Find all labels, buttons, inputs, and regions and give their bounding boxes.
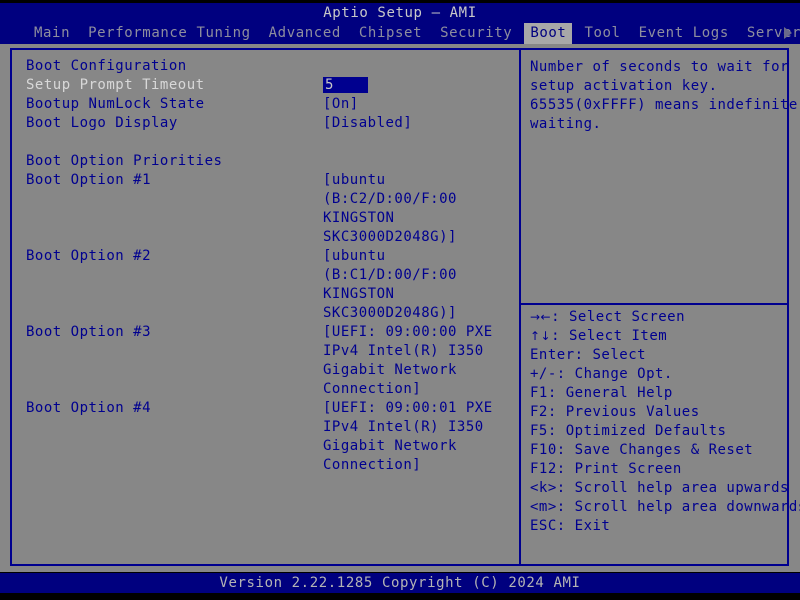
key-hint-line: <m>: Scroll help area downwards [530,499,800,515]
key-hint-line: +/-: Change Opt. [530,366,673,382]
setting-value-line[interactable]: Connection] [323,457,421,473]
arrow-keys-icon: →← [530,310,552,324]
section-heading-boot-option-priorities: Boot Option Priorities [14,153,514,172]
key-hint-line: F2: Previous Values [530,404,700,420]
settings-panel: Boot Configuration Setup Prompt Timeout 5 B… [14,58,514,558]
setting-value-line[interactable]: IPv4 Intel(R) I350 [323,343,484,359]
setting-value-line[interactable]: (B:C1/D:00/F:00 [323,267,457,283]
key-hint-text: : Select Item [551,328,668,344]
menu-tab-performance-tuning[interactable]: Performance Tuning [82,23,257,44]
content-area: Boot Configuration Setup Prompt Timeout 5 B… [0,44,800,572]
setting-label: Boot Logo Display [26,115,178,131]
setting-label: Boot Option #4 [26,400,152,416]
window-title: Aptio Setup – AMI [0,3,800,23]
setting-row-boot-option-2[interactable]: Boot Option #2 [ubuntu [14,248,514,267]
help-text-line: setup activation key. [530,78,718,94]
setting-value-line[interactable]: (B:C2/D:00/F:00 [323,191,457,207]
triangle-right-icon[interactable] [784,27,792,39]
key-legend-panel: →←: Select Screen ↑↓: Select Item Enter: S… [530,308,800,536]
key-hint-line: →←: Select Screen [530,308,792,327]
setting-row-bootup-numlock-state[interactable]: Bootup NumLock State [On] [14,96,514,115]
setting-row-boot-option-4-cont: IPv4 Intel(R) I350 [14,419,514,438]
section-title: Boot Configuration [26,58,187,74]
key-hint-line: F1: General Help [530,385,673,401]
setting-row-boot-option-1-cont: KINGSTON [14,210,514,229]
setting-row-boot-logo-display[interactable]: Boot Logo Display [Disabled] [14,115,514,134]
setting-label: Boot Option #3 [26,324,152,340]
setting-row-boot-option-4-cont: Gigabit Network [14,438,514,457]
setting-value-line[interactable]: [UEFI: 09:00:00 PXE [323,324,493,340]
setting-value-line[interactable]: KINGSTON [323,286,394,302]
row-spacer [14,134,514,153]
setting-row-boot-option-1-cont: SKC3000D2048G)] [14,229,514,248]
help-text-line: Number of seconds to wait for [530,59,789,75]
setting-row-boot-option-3[interactable]: Boot Option #3 [UEFI: 09:00:00 PXE [14,324,514,343]
setting-value-line[interactable]: Connection] [323,381,421,397]
menu-tab-security[interactable]: Security [434,23,518,44]
key-hint-line: <k>: Scroll help area upwards [530,480,789,496]
menu-tab-event-logs[interactable]: Event Logs [633,23,735,44]
vertical-divider [519,48,521,566]
setting-row-boot-option-4-cont: Connection] [14,457,514,476]
setting-label: Boot Option #1 [26,172,152,188]
setting-row-boot-option-4[interactable]: Boot Option #4 [UEFI: 09:00:01 PXE [14,400,514,419]
setting-value[interactable]: [Disabled] [323,115,412,131]
setting-label: Boot Option #2 [26,248,152,264]
setting-value-line[interactable]: SKC3000D2048G)] [323,305,457,321]
help-text-panel: Number of seconds to wait for setup activ… [530,58,798,134]
key-hint-line: ↑↓: Select Item [530,327,792,346]
bios-setup-screen: Aptio Setup – AMI Main Performance Tuning… [0,0,800,600]
setting-row-setup-prompt-timeout[interactable]: Setup Prompt Timeout 5 [14,77,514,96]
key-hint-line: Enter: Select [530,347,647,363]
setting-row-boot-option-2-cont: (B:C1/D:00/F:00 [14,267,514,286]
horizontal-divider [521,303,789,305]
setting-value-line[interactable]: KINGSTON [323,210,394,226]
menu-tab-main[interactable]: Main [28,23,76,44]
key-hint-line: F12: Print Screen [530,461,682,477]
setting-value-line[interactable]: Gigabit Network [323,362,457,378]
help-text-line: waiting. [530,116,602,132]
key-hint-text: : Select Screen [551,309,686,325]
setting-value[interactable]: 5 [323,77,368,93]
setting-value-line[interactable]: [ubuntu [323,248,386,264]
help-text-line: 65535(0xFFFF) means indefinite [530,97,798,113]
setting-row-boot-option-3-cont: Connection] [14,381,514,400]
setting-label: Setup Prompt Timeout [26,77,205,93]
setting-label: Bootup NumLock State [26,96,205,112]
setting-value-line[interactable]: SKC3000D2048G)] [323,229,457,245]
setting-row-boot-option-1-cont: (B:C2/D:00/F:00 [14,191,514,210]
menu-bar: Main Performance Tuning Advanced Chipset Sec… [0,23,800,44]
setting-row-boot-option-3-cont: IPv4 Intel(R) I350 [14,343,514,362]
section-heading-boot-configuration: Boot Configuration [14,58,514,77]
setting-row-boot-option-2-cont: KINGSTON [14,286,514,305]
setting-value[interactable]: [On] [323,96,359,112]
section-title: Boot Option Priorities [26,153,223,169]
setting-value-line[interactable]: [UEFI: 09:00:01 PXE [323,400,493,416]
setting-row-boot-option-1[interactable]: Boot Option #1 [ubuntu [14,172,514,191]
version-footer: Version 2.22.1285 Copyright (C) 2024 AMI [0,573,800,593]
menu-tab-boot[interactable]: Boot [524,23,573,44]
menu-tab-tool[interactable]: Tool [578,23,626,44]
setting-value-line[interactable]: Gigabit Network [323,438,457,454]
menu-tab-chipset[interactable]: Chipset [353,23,428,44]
key-hint-line: F10: Save Changes & Reset [530,442,754,458]
arrow-keys-icon: ↑↓ [530,329,552,343]
key-hint-line: ESC: Exit [530,518,611,534]
menu-tab-advanced[interactable]: Advanced [263,23,347,44]
setting-value-line[interactable]: [ubuntu [323,172,386,188]
key-hint-line: F5: Optimized Defaults [530,423,727,439]
setting-row-boot-option-3-cont: Gigabit Network [14,362,514,381]
setting-row-boot-option-2-cont: SKC3000D2048G)] [14,305,514,324]
setting-value-line[interactable]: IPv4 Intel(R) I350 [323,419,484,435]
